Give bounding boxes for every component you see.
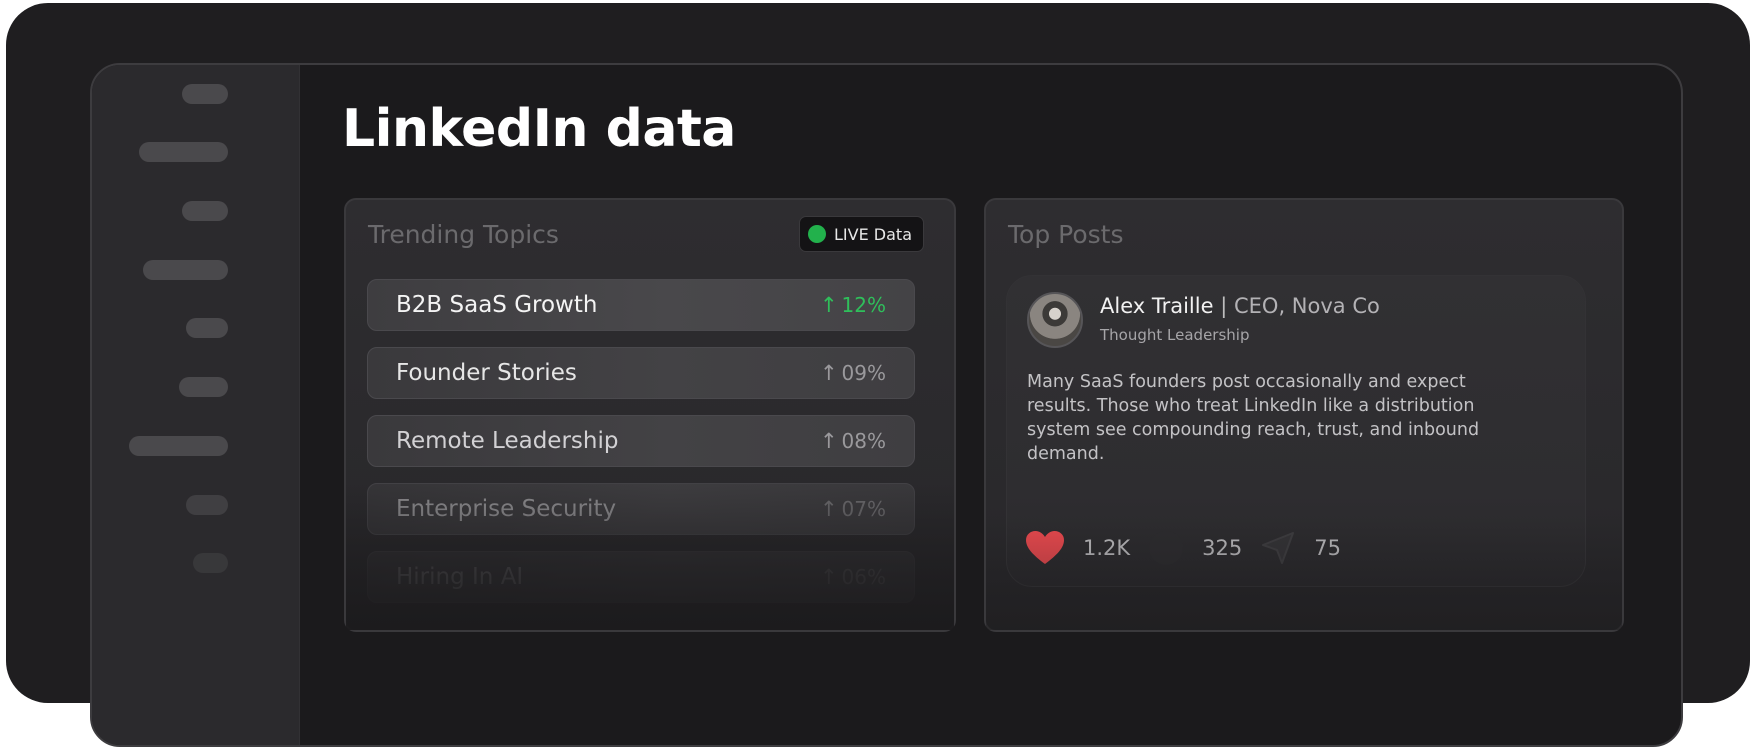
shares-count: 75 xyxy=(1314,536,1341,560)
top-posts-card: Top Posts Alex Traille | CEO, Nova Co Th… xyxy=(984,198,1624,632)
sidebar xyxy=(92,65,300,745)
sidebar-item[interactable] xyxy=(182,201,228,221)
arrow-up-icon: ↑ xyxy=(819,293,838,317)
page-title: LinkedIn data xyxy=(342,99,736,159)
sidebar-item[interactable] xyxy=(179,377,228,397)
topic-name: Hiring In AI xyxy=(396,564,524,590)
post-card[interactable]: Alex Traille | CEO, Nova Co Thought Lead… xyxy=(1006,275,1586,587)
topic-change-value: 09% xyxy=(841,361,886,385)
topic-change-value: 08% xyxy=(841,429,886,453)
topic-change: ↑ 08% xyxy=(820,429,886,453)
sidebar-item[interactable] xyxy=(186,318,228,338)
device-frame: LinkedIn data Trending Topics LIVE Data … xyxy=(6,3,1750,747)
arrow-up-icon: ↑ xyxy=(819,497,838,521)
topic-change: ↑ 07% xyxy=(820,497,886,521)
topic-change-value: 06% xyxy=(841,565,886,589)
topic-row[interactable]: Founder Stories ↑ 09% xyxy=(367,347,915,399)
sidebar-item[interactable] xyxy=(182,84,228,104)
sidebar-item[interactable] xyxy=(129,436,228,456)
heart-icon[interactable] xyxy=(1025,530,1065,566)
author-name[interactable]: Alex Traille xyxy=(1100,294,1214,318)
live-status-dot-icon xyxy=(808,225,827,243)
share-icon[interactable] xyxy=(1260,530,1296,566)
comment-icon[interactable] xyxy=(1148,530,1184,566)
author-role: CEO, Nova Co xyxy=(1233,294,1380,318)
trending-topics-card: Trending Topics LIVE Data B2B SaaS Growt… xyxy=(344,198,956,632)
topic-name: Enterprise Security xyxy=(396,496,617,522)
topic-row[interactable]: Enterprise Security ↑ 07% xyxy=(367,483,915,535)
topic-row[interactable]: Hiring In AI ↑ 06% xyxy=(367,551,915,603)
live-data-badge[interactable]: LIVE Data xyxy=(799,216,924,252)
sidebar-item[interactable] xyxy=(186,495,228,515)
arrow-up-icon: ↑ xyxy=(819,429,838,453)
topic-change: ↑ 12% xyxy=(820,293,886,317)
topic-name: B2B SaaS Growth xyxy=(396,292,598,318)
author-separator: | xyxy=(1220,294,1228,318)
trending-topics-title: Trending Topics xyxy=(368,220,559,249)
post-stats: 1.2K 325 75 xyxy=(1025,528,1359,568)
topic-row[interactable]: Remote Leadership ↑ 08% xyxy=(367,415,915,467)
topic-row[interactable]: B2B SaaS Growth ↑ 12% xyxy=(367,279,915,331)
arrow-up-icon: ↑ xyxy=(819,361,838,385)
sidebar-item[interactable] xyxy=(193,553,228,573)
topic-change: ↑ 06% xyxy=(820,565,886,589)
author-tag: Thought Leadership xyxy=(1100,326,1250,344)
top-posts-title: Top Posts xyxy=(1008,220,1124,249)
topic-change-value: 12% xyxy=(841,293,886,317)
likes-count: 1.2K xyxy=(1083,536,1131,560)
topic-name: Remote Leadership xyxy=(396,428,619,454)
avatar[interactable] xyxy=(1027,292,1083,348)
arrow-up-icon: ↑ xyxy=(819,565,838,589)
author-line: Alex Traille | CEO, Nova Co xyxy=(1100,294,1380,318)
sidebar-item[interactable] xyxy=(139,142,228,162)
topic-change-value: 07% xyxy=(841,497,886,521)
topic-name: Founder Stories xyxy=(396,360,577,386)
post-body: Many SaaS founders post occasionally and… xyxy=(1027,372,1480,464)
comments-count: 325 xyxy=(1202,536,1243,560)
dashboard-screen: LinkedIn data Trending Topics LIVE Data … xyxy=(90,63,1683,747)
sidebar-item[interactable] xyxy=(143,260,228,280)
topic-change: ↑ 09% xyxy=(820,361,886,385)
live-data-label: LIVE Data xyxy=(834,224,912,244)
